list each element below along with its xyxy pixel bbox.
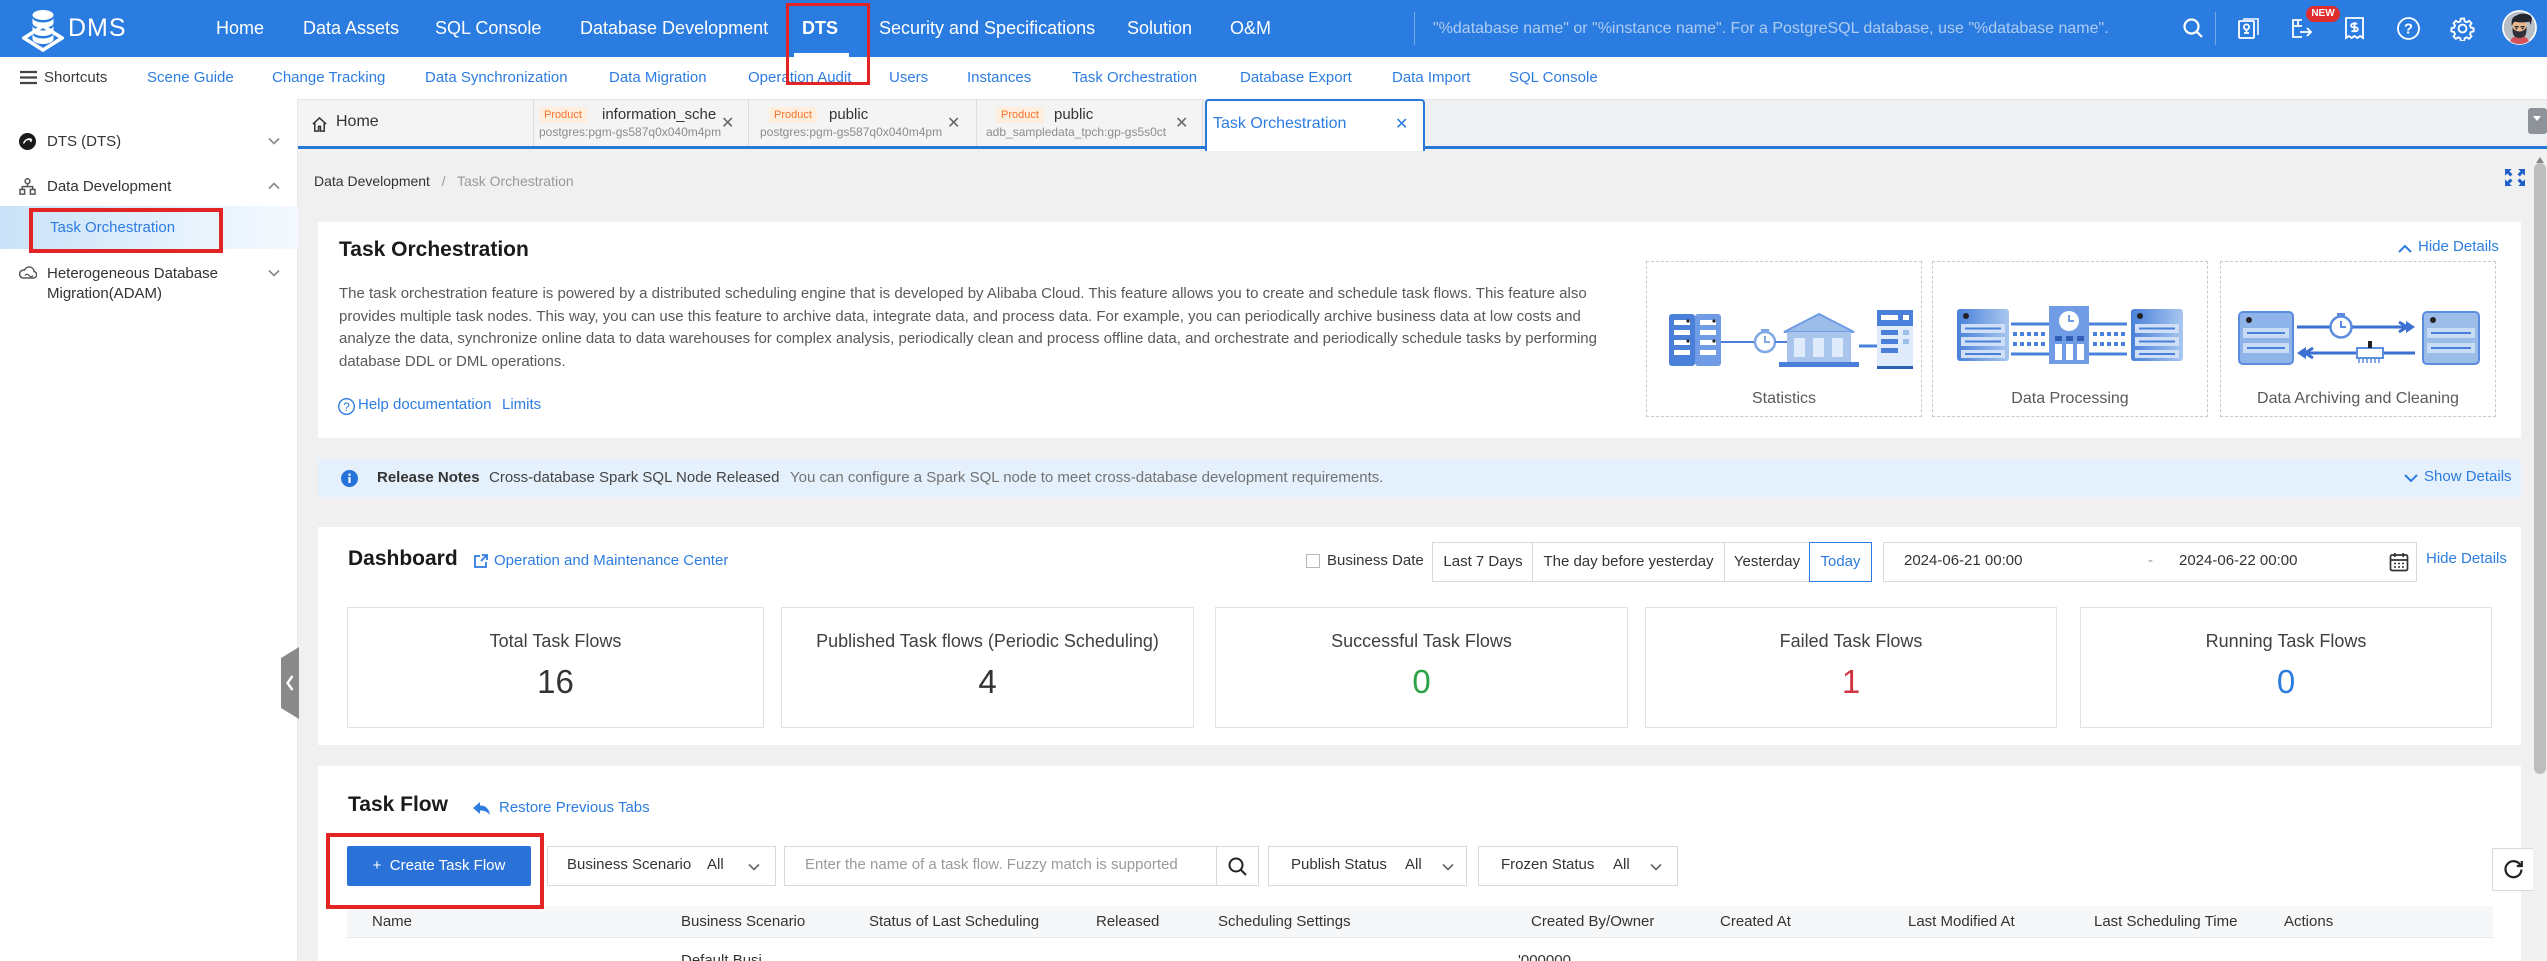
svg-text:?: ? bbox=[343, 400, 350, 414]
svg-text:?: ? bbox=[2404, 21, 2413, 38]
